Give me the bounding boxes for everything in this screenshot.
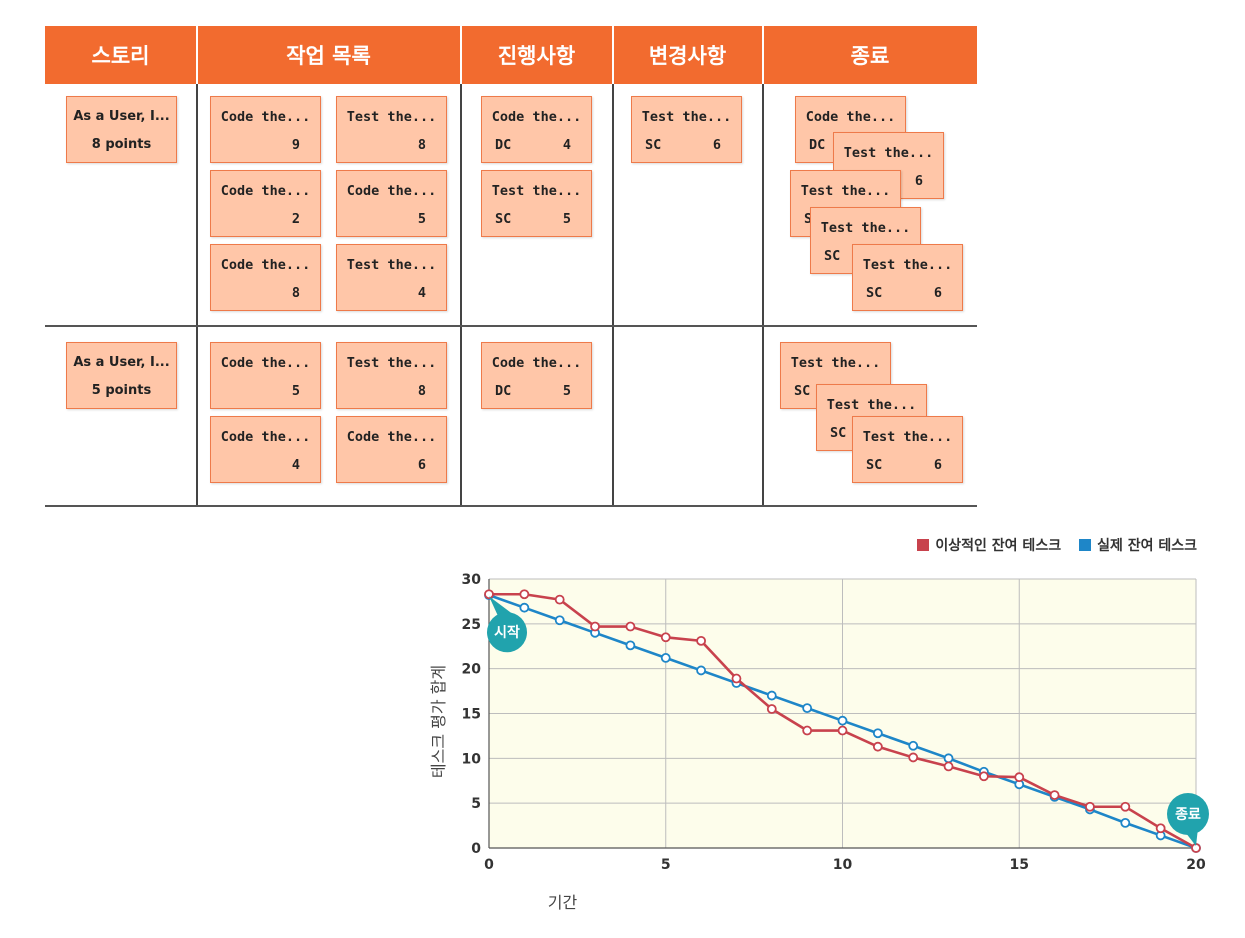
- data-point-ideal: [1120, 801, 1131, 812]
- data-point-ideal: [484, 589, 494, 600]
- data-point-ideal: [660, 632, 671, 643]
- data-point-ideal: [943, 761, 954, 772]
- x-tick-label: 10: [833, 857, 853, 873]
- y-axis-label: 테스크 평가 합계: [429, 665, 448, 778]
- data-point-actual: [660, 653, 671, 663]
- y-tick-label: 30: [462, 572, 482, 588]
- data-point-ideal: [1049, 790, 1060, 800]
- data-point-actual: [943, 753, 954, 764]
- data-point-ideal: [554, 594, 565, 605]
- data-point-ideal: [1085, 801, 1095, 812]
- x-tick-label: 5: [661, 857, 671, 873]
- data-point-ideal: [696, 635, 706, 646]
- x-axis-label: 기간: [548, 893, 578, 912]
- data-point-ideal: [1014, 772, 1025, 783]
- y-tick-label: 20: [462, 662, 482, 678]
- data-point-ideal: [837, 725, 848, 736]
- data-point-actual: [696, 665, 706, 676]
- data-point-ideal: [590, 621, 600, 632]
- start-marker-label: 시작: [494, 624, 520, 641]
- data-point-actual: [837, 715, 848, 726]
- data-point-ideal: [766, 704, 777, 714]
- data-point-ideal: [731, 673, 742, 684]
- x-tick-label: 0: [484, 857, 494, 873]
- data-point-ideal: [872, 741, 883, 752]
- data-point-ideal: [519, 589, 530, 600]
- data-point-actual: [766, 690, 777, 701]
- data-point-ideal: [908, 752, 919, 763]
- data-point-ideal: [979, 771, 989, 782]
- y-tick-label: 15: [462, 707, 481, 723]
- data-point-actual: [554, 615, 565, 626]
- data-point-ideal: [1155, 823, 1166, 834]
- data-point-actual: [908, 740, 919, 751]
- data-point-actual: [802, 703, 813, 714]
- data-point-ideal: [625, 621, 636, 632]
- y-tick-label: 0: [471, 841, 481, 857]
- x-tick-label: 15: [1010, 857, 1029, 873]
- data-point-actual: [1120, 817, 1131, 828]
- data-point-ideal: [802, 725, 813, 736]
- end-marker-label: 종료: [1175, 807, 1201, 823]
- y-tick-label: 25: [462, 617, 481, 633]
- data-point-actual: [872, 728, 883, 739]
- data-point-actual: [519, 602, 530, 613]
- data-point-actual: [625, 640, 636, 651]
- y-tick-label: 10: [462, 751, 482, 767]
- x-tick-label: 20: [1186, 857, 1206, 873]
- burndown-chart: 0 5 10 15 20 25 30 0 5 10 15 20 기간 테스크 평가 합계 시작종료: [429, 572, 1209, 912]
- y-tick-label: 5: [471, 796, 481, 812]
